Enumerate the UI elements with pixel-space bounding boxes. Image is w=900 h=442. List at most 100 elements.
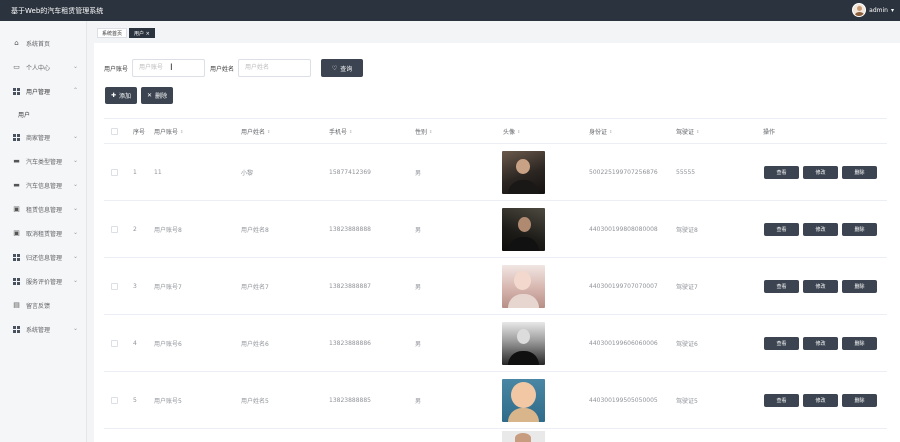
sidebar-item-service-review[interactable]: 服务评价管理 ⌄ [0,269,86,293]
table-header: 序号 用户账号 ⇕ 用户姓名 ⇕ 手机号 ⇕ 性别 ⇕ 头像 ⇕ 身份证 ⇕ 驾驶证 ⇕ 操作 [104,119,887,144]
table-row: 4 用户账号6 用户姓名6 13823888886 男 440300199606… [104,315,887,372]
view-button[interactable]: 查看 [764,279,799,293]
sidebar-item-profile[interactable]: ▭ 个人中心 ⌄ [0,55,86,79]
view-button[interactable]: 查看 [764,165,799,179]
row-id-card: 440300199606060006 [589,339,658,347]
row-checkbox[interactable] [111,282,118,290]
box-icon: ▣ [13,228,20,237]
grid-icon [13,133,20,141]
edit-button[interactable]: 修改 [803,165,838,179]
edit-button[interactable]: 修改 [803,222,838,236]
sidebar-item-user-management[interactable]: 用户管理 ⌃ [0,79,86,103]
avatar [502,150,545,194]
add-button[interactable]: ✚ 添加 [105,87,138,104]
sidebar-item-system[interactable]: 系统管理 ⌄ [0,317,86,341]
sidebar-item-return-info[interactable]: 归还信息管理 ⌄ [0,245,86,269]
sidebar-item-label: 服务评价管理 [26,278,63,286]
sidebar-item-home[interactable]: ⌂ 系统首页 [0,31,86,55]
row-name: 小黎 [241,169,254,177]
row-id-card: 440300199808080008 [589,225,658,233]
column-header[interactable]: 头像 ⇕ [503,119,520,143]
column-header: 序号 [133,128,146,136]
query-button[interactable]: ♡ 查询 [321,59,364,77]
text-cursor-icon: I [170,63,173,73]
view-button[interactable]: 查看 [764,393,799,407]
sort-icon: ⇕ [696,128,700,134]
tab-users[interactable]: 用户 × [129,28,155,38]
avatar [502,264,545,308]
row-index: 5 [133,396,137,404]
delete-button[interactable]: ✕ 删除 [141,87,174,104]
sidebar-item-label: 取消租赁管理 [26,230,63,238]
sidebar-item-feedback[interactable]: ▤ 留言反馈 [0,293,86,317]
row-delete-button[interactable]: 删除 [842,336,877,350]
chevron-down-icon: ⌄ [72,277,78,284]
chevron-down-icon: ⌄ [72,133,78,140]
column-header[interactable]: 性别 ⇕ [415,119,432,143]
column-header[interactable]: 身份证 ⇕ [589,119,612,143]
edit-button[interactable]: 修改 [803,279,838,293]
sidebar-item-merchant[interactable]: 商家管理 ⌄ [0,125,86,149]
caret-down-icon[interactable]: ▾ [891,7,894,14]
tab-home[interactable]: 系统首页 [97,28,128,38]
search-form: 用户账号 用户账号 I 用户姓名 用户姓名 ♡ 查询 [104,59,364,77]
tag-tabs: 系统首页 用户 × [97,28,155,39]
edit-button[interactable]: 修改 [803,336,838,350]
view-button[interactable]: 查看 [764,336,799,350]
row-delete-button[interactable]: 删除 [842,393,877,407]
sidebar-item-users[interactable]: 用户 [0,103,86,125]
view-button[interactable]: 查看 [764,222,799,236]
edit-button[interactable]: 修改 [803,393,838,407]
column-header[interactable]: 用户姓名 ⇕ [241,119,270,143]
row-index: 1 [133,168,137,176]
column-header[interactable]: 手机号 ⇕ [329,119,352,143]
avatar [502,321,545,365]
sidebar-item-rental-info[interactable]: ▣ 租赁信息管理 ⌄ [0,197,86,221]
avatar[interactable] [852,3,867,17]
column-header[interactable]: 用户账号 ⇕ [154,119,183,143]
table-row: 1 11 小黎 15877412369 男 500225199707256876… [104,144,887,201]
grid-icon [13,277,20,285]
username[interactable]: admin [869,7,888,14]
name-search-input[interactable]: 用户姓名 [238,59,312,77]
row-delete-button[interactable]: 删除 [842,279,877,293]
car-icon: ▬ [13,180,20,189]
app-title: 基于Web的汽车租赁管理系统 [11,7,104,15]
main-content: 用户账号 用户账号 I 用户姓名 用户姓名 ♡ 查询 ✚ 添加 ✕ 删除 序号 … [94,43,900,442]
row-delete-button[interactable]: 删除 [842,165,877,179]
row-name: 用户姓名7 [241,283,269,291]
row-checkbox[interactable] [111,339,118,347]
sidebar-item-label: 商家管理 [26,134,51,142]
row-delete-button[interactable]: 删除 [842,222,877,236]
chevron-down-icon: ⌄ [72,229,78,236]
car-icon: ▬ [13,156,20,165]
account-label: 用户账号 [104,65,129,73]
select-all-checkbox[interactable] [111,127,118,135]
sidebar-item-label: 系统首页 [26,40,51,48]
sidebar-item-car-info[interactable]: ▬ 汽车信息管理 ⌄ [0,173,86,197]
box-icon: ▣ [13,204,20,213]
calendar-icon: ▭ [13,62,20,71]
column-header[interactable]: 驾驶证 ⇕ [676,119,699,143]
row-index: 4 [133,339,137,347]
row-checkbox[interactable] [111,396,118,404]
row-checkbox[interactable] [111,225,118,233]
row-phone: 13823888886 [329,339,371,347]
row-id-card: 440300199707070007 [589,282,658,290]
avatar [502,378,545,422]
row-license: 驾驶证5 [676,397,698,405]
grid-icon [13,325,20,333]
heart-icon: ♡ [331,64,338,72]
table-row: 2 用户账号8 用户姓名8 13823888888 男 440300199808… [104,201,887,258]
sort-icon: ⇕ [609,128,613,134]
chevron-down-icon: ⌄ [72,253,78,260]
chevron-down-icon: ⌄ [72,181,78,188]
account-search-input[interactable]: 用户账号 I [132,59,206,77]
row-checkbox[interactable] [111,168,118,176]
sidebar-item-car-type[interactable]: ▬ 汽车类型管理 ⌄ [0,149,86,173]
sidebar-item-label: 归还信息管理 [26,254,63,262]
user-menu[interactable]: admin ▾ [852,3,894,17]
sidebar-item-label: 系统管理 [26,326,51,334]
message-icon: ▤ [13,300,20,309]
sidebar-item-cancel-rental[interactable]: ▣ 取消租赁管理 ⌄ [0,221,86,245]
